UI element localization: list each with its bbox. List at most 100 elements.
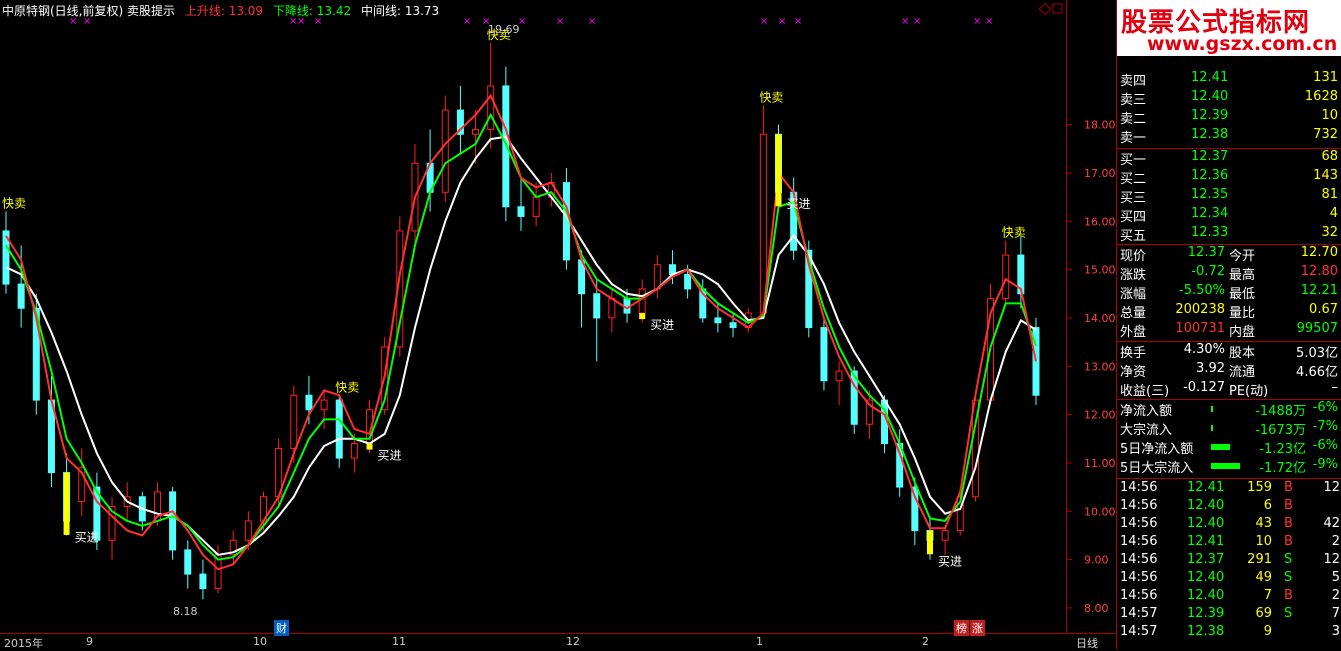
- candle-body: [1002, 254, 1010, 300]
- flow-pct: -6%: [1312, 438, 1338, 453]
- fund-value: 3.92: [1196, 361, 1225, 376]
- tick-row: 14:57 12.39 69 S 7: [1117, 606, 1341, 625]
- up-value-text: 13.09: [228, 4, 264, 18]
- flow-value: -1.23亿: [1259, 442, 1306, 457]
- mid-value-text: 13.73: [404, 4, 440, 18]
- tick-side: B: [1284, 516, 1293, 531]
- stat-value: -5.50%: [1179, 283, 1225, 298]
- flow-row: 大宗流入 -1673万 -7%: [1117, 419, 1341, 438]
- date-label-11: 11: [392, 635, 406, 648]
- fund-row: 净资 3.92 流通 4.66亿: [1117, 361, 1341, 380]
- stat-label: 外盘: [1120, 325, 1147, 340]
- tick-count: 7: [1331, 606, 1340, 621]
- flow-bar: [1211, 444, 1230, 450]
- flow-value: -1673万: [1255, 423, 1306, 438]
- candle-body: [441, 109, 449, 193]
- zhang-badge[interactable]: 涨: [970, 620, 985, 636]
- price-tick-label: 12.00: [1084, 409, 1116, 422]
- fund-label: 收益(三): [1120, 384, 1170, 399]
- signal-marker: ×: [794, 16, 802, 27]
- bang-badge[interactable]: 榜: [954, 620, 969, 636]
- tick-side: B: [1284, 498, 1293, 513]
- flow-pct: -6%: [1312, 400, 1338, 415]
- signal-marker: ×: [778, 16, 786, 27]
- buy-signal-label: 买进: [75, 530, 99, 544]
- tick-volume: 10: [1255, 534, 1272, 549]
- buy-level-price: 12.37: [1191, 149, 1229, 164]
- sell-signal-label: 快卖: [2, 197, 26, 211]
- stat-label-2: 最高: [1229, 268, 1256, 283]
- tick-volume: 7: [1263, 588, 1272, 603]
- up-label-text: 上升线:: [184, 4, 225, 18]
- tick-side: B: [1284, 588, 1293, 603]
- signal-marker: ×: [760, 16, 768, 27]
- tick-time: 14:57: [1120, 606, 1158, 621]
- tick-price: 12.40: [1187, 498, 1225, 513]
- stat-value-2: 12.80: [1300, 264, 1338, 279]
- quote-panel: 股票公式指标网 www.gszx.com.cn 卖四 12.41 131 卖三 12.4…: [1116, 0, 1341, 649]
- fund-label: 换手: [1120, 346, 1147, 361]
- tick-row: 14:56 12.40 43 B 42: [1117, 516, 1341, 535]
- price-axis-svg: 18.00 17.00 16.00 15.00 14.00 13.00 12.00 11.00…: [1067, 119, 1116, 615]
- tick-side: S: [1284, 552, 1293, 567]
- buy-level-volume: 143: [1313, 168, 1338, 183]
- stat-label-2: 内盘: [1229, 325, 1256, 340]
- tick-volume: 9: [1263, 624, 1272, 639]
- price-tick-label: 15.00: [1084, 264, 1116, 277]
- window-icon[interactable]: [1052, 3, 1063, 14]
- sell-level-volume: 1628: [1304, 89, 1338, 104]
- sell-signal-label: 快卖: [335, 380, 359, 394]
- buy-level-label: 买二: [1120, 172, 1147, 187]
- cai-badge[interactable]: 财: [274, 620, 289, 636]
- sell-level-row: 卖一 12.38 732: [1117, 127, 1341, 146]
- candle-body: [593, 293, 601, 319]
- tick-volume: 6: [1263, 498, 1272, 513]
- tick-count: 42: [1323, 516, 1340, 531]
- stat-value-2: 0.67: [1309, 302, 1338, 317]
- flow-label: 净流入额: [1120, 404, 1173, 419]
- buy-signal-label: 买进: [650, 318, 674, 332]
- date-axis: 2015年 9 10 11 12 1 2 财 榜 涨 日线: [0, 620, 1116, 650]
- flow-bar: [1211, 425, 1213, 431]
- candle-body: [532, 196, 540, 217]
- candle-body: [17, 283, 25, 309]
- buy-level-price: 12.34: [1191, 206, 1229, 221]
- price-tick-label: 18.00: [1084, 119, 1116, 132]
- fund-label-2: PE(动): [1229, 384, 1269, 399]
- buy-level-row: 买五 12.33 32: [1117, 225, 1341, 244]
- tick-volume: 69: [1255, 606, 1272, 621]
- tick-volume: 291: [1247, 552, 1272, 567]
- fund-value-2: 4.66亿: [1296, 365, 1338, 380]
- date-label-2: 2: [922, 635, 929, 648]
- price-axis: 18.00 17.00 16.00 15.00 14.00 13.00 12.00 11.00…: [1066, 0, 1117, 634]
- tick-row: 14:57 12.38 9 3: [1117, 624, 1341, 643]
- tick-count: 12: [1323, 480, 1340, 495]
- buy-level-label: 买五: [1120, 229, 1147, 244]
- kline-chart[interactable]: × × × × × × × × × × × × × × × × × 快卖 快卖 快卖 快卖 快卖 买进 买进 买进 买进 买进 1…: [0, 0, 1066, 634]
- kline-chart-svg[interactable]: × × × × × × × × × × × × × × × × × 快卖快卖快卖快卖快卖买进买进买进买进买进 1…: [0, 0, 1066, 634]
- buy-signal-bar: [639, 313, 646, 320]
- buy-signal-bar: [63, 472, 70, 535]
- buy-level-price: 12.35: [1191, 187, 1229, 202]
- tick-price: 12.39: [1187, 606, 1225, 621]
- tick-side: B: [1284, 534, 1293, 549]
- sell-signal-label: 快卖: [1002, 226, 1026, 240]
- date-label-12: 12: [566, 635, 580, 648]
- down-label-text: 下降线:: [272, 4, 313, 18]
- fund-row: 换手 4.30% 股本 5.03亿: [1117, 342, 1341, 361]
- site-logo: 股票公式指标网 www.gszx.com.cn: [1117, 0, 1341, 56]
- stat-label: 现价: [1120, 249, 1147, 264]
- tick-volume: 159: [1247, 480, 1272, 495]
- candle-body: [244, 520, 252, 541]
- candle-body: [941, 530, 949, 541]
- mid-line-label: 中间线: 13.73: [361, 4, 439, 18]
- flow-row: 净流入额 -1488万 -6%: [1117, 400, 1341, 419]
- stat-row: 总量 200238 量比 0.67: [1117, 302, 1341, 321]
- tick-time: 14:56: [1120, 552, 1158, 567]
- buy-signal-bar: [775, 134, 782, 207]
- tick-row: 14:56 12.37 291 S 12: [1117, 552, 1341, 571]
- tick-price: 12.40: [1187, 588, 1225, 603]
- tick-count: 5: [1331, 570, 1340, 585]
- buy-signal-bar: [926, 530, 933, 555]
- expand-icon[interactable]: [1038, 2, 1052, 16]
